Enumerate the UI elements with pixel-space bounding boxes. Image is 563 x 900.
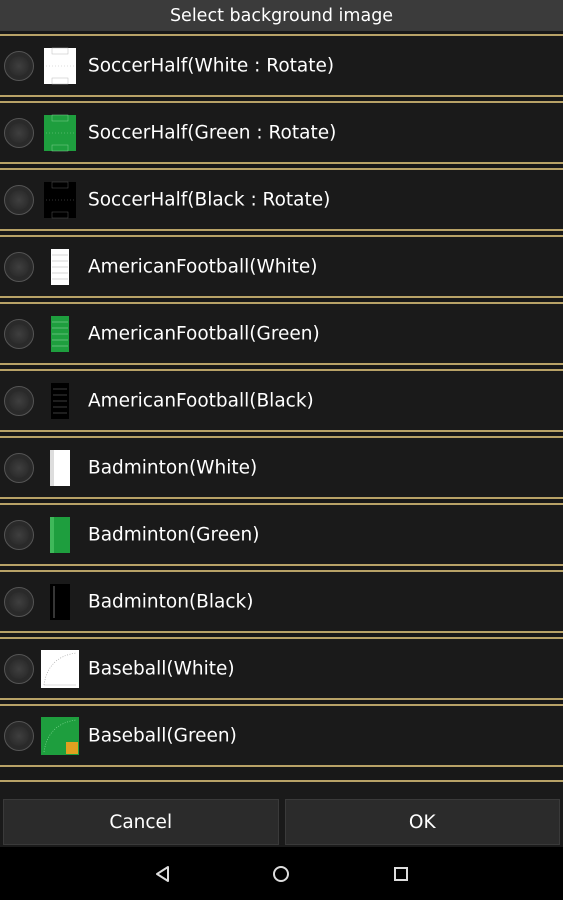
radio-button[interactable]	[4, 318, 34, 349]
football-black-icon	[51, 382, 69, 419]
radio-button[interactable]	[4, 50, 34, 81]
item-label: Badminton(Green)	[88, 524, 260, 545]
list-item[interactable]: SoccerHalf(Black : Rotate)	[0, 168, 563, 231]
dialog-title: Select background image	[0, 0, 563, 31]
item-label: Baseball(Green)	[88, 725, 237, 746]
item-label: AmericanFootball(White)	[88, 256, 318, 277]
list-item[interactable]: AmericanFootball(Black)	[0, 369, 563, 432]
soccer-white-icon	[44, 47, 76, 84]
background-image-list[interactable]: SoccerHalf(White : Rotate) SoccerHalf(Gr…	[0, 31, 563, 797]
list-item[interactable]: AmericanFootball(Green)	[0, 302, 563, 365]
badminton-black-icon	[50, 583, 70, 620]
football-green-icon	[51, 315, 69, 352]
list-item[interactable]: AmericanFootball(White)	[0, 235, 563, 298]
cancel-button[interactable]: Cancel	[3, 799, 279, 845]
item-label: SoccerHalf(White : Rotate)	[88, 55, 335, 76]
item-label: SoccerHalf(Green : Rotate)	[88, 122, 337, 143]
soccer-black-icon	[44, 181, 76, 218]
badminton-white-icon	[50, 449, 70, 486]
list-item[interactable]: Badminton(Green)	[0, 503, 563, 566]
list-item[interactable]: Badminton(Black)	[0, 570, 563, 633]
list-item[interactable]: SoccerHalf(White : Rotate)	[0, 34, 563, 97]
football-white-icon	[51, 248, 69, 285]
baseball-white-icon	[41, 649, 79, 688]
soccer-green-icon	[44, 114, 76, 151]
radio-button[interactable]	[4, 385, 34, 416]
list-item[interactable]: Badminton(White)	[0, 436, 563, 499]
list-item[interactable]: Baseball(Green)	[0, 704, 563, 767]
home-icon[interactable]	[271, 864, 291, 884]
dialog-buttons: Cancel OK	[0, 797, 563, 847]
system-nav-bar	[0, 847, 563, 900]
radio-button[interactable]	[4, 452, 34, 483]
badminton-green-icon	[50, 516, 70, 553]
recents-icon[interactable]	[391, 864, 411, 884]
radio-button[interactable]	[4, 519, 34, 550]
radio-button[interactable]	[4, 117, 34, 148]
list-item[interactable]: Baseball(White)	[0, 637, 563, 700]
list-item[interactable]	[0, 780, 563, 797]
item-label: Baseball(White)	[88, 658, 235, 679]
item-label: AmericanFootball(Green)	[88, 323, 320, 344]
baseball-green-icon	[41, 716, 79, 755]
radio-button[interactable]	[4, 184, 34, 215]
radio-button[interactable]	[4, 586, 34, 617]
radio-button[interactable]	[4, 720, 34, 751]
radio-button[interactable]	[4, 251, 34, 282]
radio-button[interactable]	[4, 653, 34, 684]
item-label: SoccerHalf(Black : Rotate)	[88, 189, 331, 210]
item-label: AmericanFootball(Black)	[88, 390, 314, 411]
dialog-title-text: Select background image	[169, 5, 394, 26]
item-label: Badminton(White)	[88, 457, 258, 478]
ok-button[interactable]: OK	[284, 799, 560, 845]
list-item[interactable]: SoccerHalf(Green : Rotate)	[0, 101, 563, 164]
item-label: Badminton(Black)	[88, 591, 254, 612]
back-icon[interactable]	[153, 864, 173, 884]
